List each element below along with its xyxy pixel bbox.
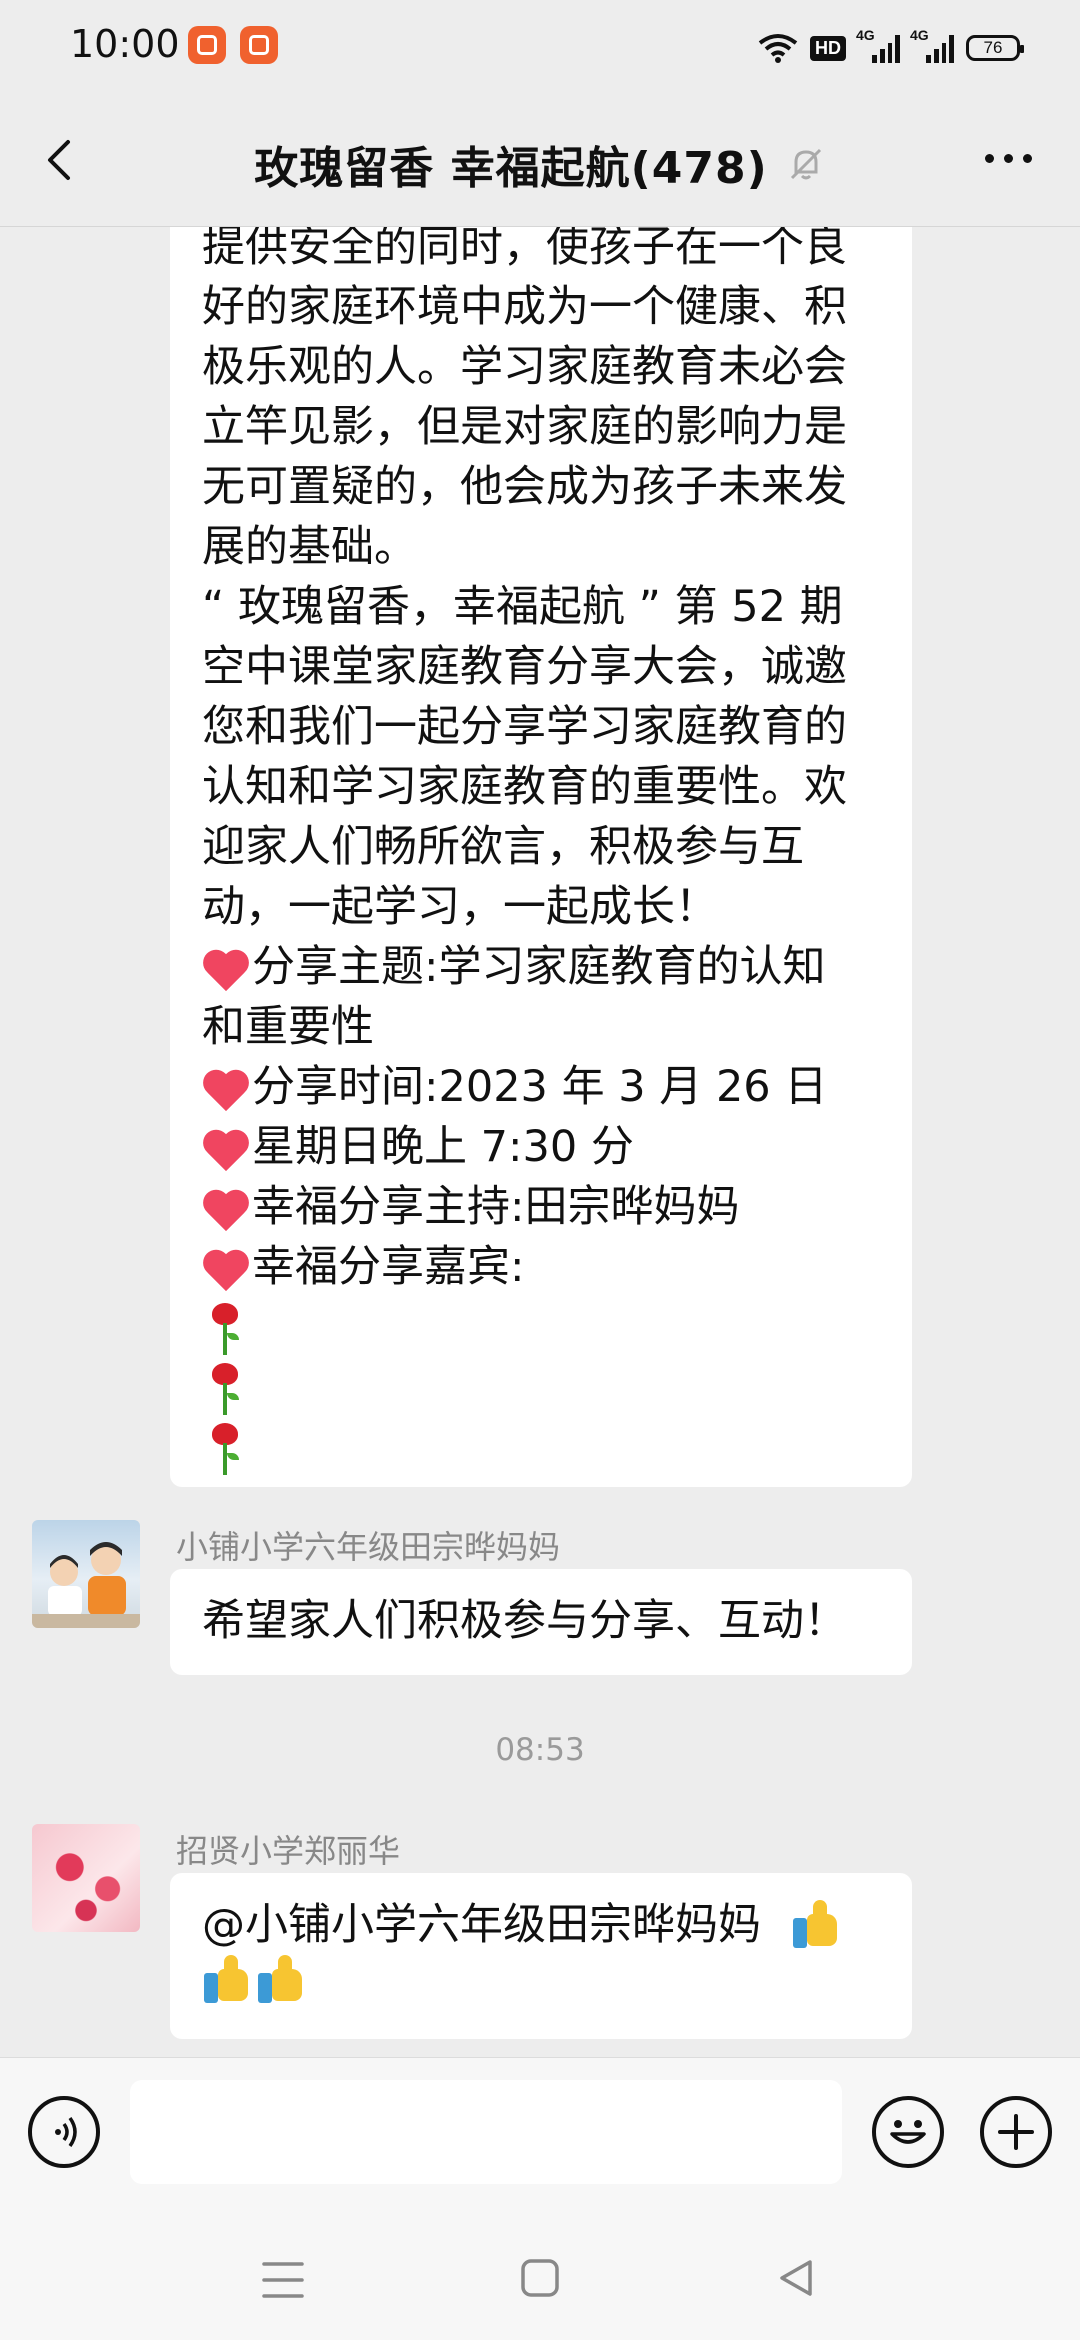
signal-icon: 4G	[856, 27, 900, 63]
message-text: 希望家人们积极参与分享、互动！	[202, 1596, 847, 1646]
system-nav-bar	[0, 2222, 1080, 2340]
back-icon[interactable]	[776, 2258, 816, 2298]
chat-title[interactable]: 玫瑰留香 幸福起航(478)	[254, 132, 767, 196]
home-icon[interactable]	[520, 2258, 560, 2298]
voice-icon	[55, 2116, 77, 2148]
message-line: 展的基础。	[202, 522, 417, 572]
avatar[interactable]	[32, 1824, 140, 1932]
voice-input-button[interactable]	[28, 2096, 100, 2168]
message-line: 立竿见影，但是对家庭的影响力是	[202, 402, 847, 452]
message-line	[202, 1955, 880, 2005]
wifi-icon	[758, 34, 798, 63]
more-actions-button[interactable]	[980, 2096, 1052, 2168]
message-line: 您和我们一起分享学习家庭教育的	[202, 702, 847, 752]
input-bar	[0, 2057, 1080, 2223]
message-line: @小铺小学六年级田宗晔妈妈	[202, 1895, 880, 1955]
day-line: 星期日晚上 7:30 分	[202, 1117, 880, 1177]
heart-icon	[202, 1117, 252, 1177]
hd-voice-icon: HD	[810, 35, 846, 61]
announcement-bubble[interactable]: 提供安全的同时，使孩子在一个良 好的家庭环境中成为一个健康、积 极乐观的人。学习…	[170, 227, 912, 1487]
sender-name: 招贤小学郑丽华	[176, 1832, 401, 1870]
more-options-icon[interactable]	[985, 154, 1032, 163]
chat-header: 玫瑰留香 幸福起航(478)	[0, 96, 1080, 227]
heart-icon	[202, 1057, 252, 1117]
signal-icon: 4G	[910, 27, 954, 63]
message-line: 无可置疑的，他会成为孩子未来发	[202, 462, 847, 512]
rose-line	[202, 1357, 880, 1417]
rose-line	[202, 1297, 880, 1357]
mention-text: @小铺小学六年级田宗晔妈妈	[202, 1900, 761, 1950]
chat-messages: 提供安全的同时，使孩子在一个良 好的家庭环境中成为一个健康、积 极乐观的人。学习…	[0, 227, 1080, 2057]
message-line: 动，一起学习，一起成长！	[202, 882, 718, 932]
thumbs-up-icon	[256, 1955, 306, 2005]
heart-icon	[202, 1237, 252, 1297]
emoji-button[interactable]	[872, 2096, 944, 2168]
topic-line-cont: 和重要性	[202, 1002, 374, 1052]
topic-line: 分享主题:学习家庭教育的认知	[202, 937, 880, 997]
message-line: 极乐观的人。学习家庭教育未必会	[202, 342, 847, 392]
status-bar: 10:00 HD 4G 4G 76	[0, 0, 1080, 96]
rose-icon	[202, 1357, 252, 1417]
message-timestamp: 08:53	[495, 1732, 585, 1768]
guest-line: 幸福分享嘉宾:	[202, 1237, 880, 1297]
status-time: 10:00	[70, 22, 180, 66]
bell-off-icon	[790, 148, 821, 180]
rose-icon	[202, 1297, 252, 1357]
rose-line	[202, 1417, 880, 1477]
sender-name: 小铺小学六年级田宗晔妈妈	[176, 1528, 561, 1566]
message-line: 空中课堂家庭教育分享大会，诚邀	[202, 642, 847, 692]
message-input[interactable]	[130, 2080, 842, 2184]
message-line: 认知和学习家庭教育的重要性。欢	[202, 762, 847, 812]
menu-icon[interactable]	[262, 2260, 304, 2300]
avatar[interactable]	[32, 1520, 140, 1628]
rose-icon	[202, 1417, 252, 1477]
thumbs-up-icon	[791, 1900, 841, 1950]
app-notification-icon	[188, 26, 226, 64]
message-line: “ 玫瑰留香，幸福起航 ” 第 52 期	[202, 582, 843, 632]
message-line: 好的家庭环境中成为一个健康、积	[202, 282, 847, 332]
battery-icon: 76	[966, 35, 1024, 61]
time-line: 分享时间:2023 年 3 月 26 日	[202, 1057, 880, 1117]
message-line: 迎家人们畅所欲言，积极参与互	[202, 822, 804, 872]
host-line: 幸福分享主持:田宗晔妈妈	[202, 1177, 880, 1237]
message-bubble[interactable]: @小铺小学六年级田宗晔妈妈	[170, 1873, 912, 2039]
emoji-icon	[890, 2120, 926, 2144]
thumbs-up-icon	[202, 1955, 252, 2005]
message-line: 提供安全的同时，使孩子在一个良	[202, 227, 847, 272]
app-notification-icon	[240, 26, 278, 64]
chat-title-wrap: 玫瑰留香 幸福起航(478)	[0, 132, 1080, 196]
plus-icon	[998, 2114, 1034, 2150]
heart-icon	[202, 937, 252, 997]
heart-icon	[202, 1177, 252, 1237]
message-bubble[interactable]: 希望家人们积极参与分享、互动！	[170, 1569, 912, 1675]
